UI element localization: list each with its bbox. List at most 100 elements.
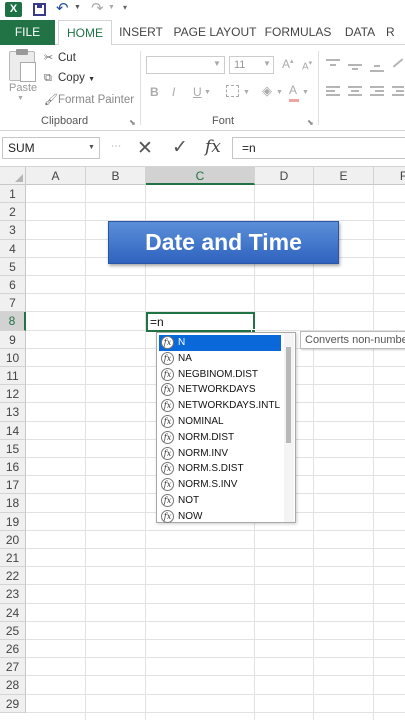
tab-review[interactable]: R: [386, 20, 405, 45]
orientation-icon[interactable]: [392, 58, 404, 68]
row-header-6[interactable]: 6: [0, 276, 26, 295]
underline-icon[interactable]: U: [193, 85, 202, 99]
copy-button[interactable]: ⧉ Copy ▼: [44, 72, 95, 85]
redo-dropdown-icon[interactable]: ▼: [108, 4, 115, 11]
tab-formulas[interactable]: FORMULAS: [262, 20, 334, 45]
align-left-icon[interactable]: [326, 86, 340, 88]
row-header-9[interactable]: 9: [0, 330, 26, 349]
column-header-d[interactable]: D: [255, 167, 314, 185]
clipboard-icon[interactable]: [9, 49, 36, 82]
autocomplete-item[interactable]: fx NOT: [159, 493, 281, 509]
autocomplete-item[interactable]: fx NOMINAL: [159, 414, 281, 430]
enter-check-icon[interactable]: ✓: [172, 136, 188, 159]
vertical-align-buttons[interactable]: [326, 58, 404, 73]
align-top-icon[interactable]: [326, 59, 340, 61]
align-middle-icon[interactable]: [348, 64, 362, 66]
chevron-down-icon[interactable]: ▼: [276, 89, 283, 96]
horizontal-align-buttons[interactable]: [326, 86, 405, 100]
italic-icon[interactable]: I: [172, 85, 175, 99]
column-header-e[interactable]: E: [314, 167, 374, 185]
row-header-10[interactable]: 10: [0, 348, 26, 367]
resize-handle-icon[interactable]: ⋮: [110, 141, 121, 150]
autocomplete-scroll-thumb[interactable]: [286, 347, 291, 443]
autocomplete-item[interactable]: fx NORM.S.INV: [159, 477, 281, 493]
tab-insert[interactable]: INSERT: [114, 20, 168, 45]
chevron-down-icon[interactable]: ▼: [17, 95, 24, 102]
align-bottom-icon[interactable]: [370, 70, 384, 72]
row-header-29[interactable]: 29: [0, 694, 26, 713]
autocomplete-item[interactable]: fx NORM.S.DIST: [159, 461, 281, 477]
indent-icon[interactable]: [392, 86, 404, 88]
tab-home[interactable]: HOME: [58, 20, 112, 46]
row-header-2[interactable]: 2: [0, 203, 26, 222]
grow-font-icon[interactable]: A▴: [282, 57, 294, 71]
row-header-5[interactable]: 5: [0, 257, 26, 276]
row-header-14[interactable]: 14: [0, 421, 26, 440]
row-header-24[interactable]: 24: [0, 603, 26, 622]
row-header-21[interactable]: 21: [0, 549, 26, 568]
autocomplete-item[interactable]: fx NETWORKDAYS: [159, 382, 281, 398]
undo-dropdown-icon[interactable]: ▼: [74, 4, 81, 11]
dialog-launcher-icon[interactable]: ⬊: [129, 118, 136, 127]
autocomplete-item[interactable]: fx NEGBINOM.DIST: [159, 367, 281, 383]
column-header-c[interactable]: C: [146, 167, 255, 185]
row-header-16[interactable]: 16: [0, 458, 26, 477]
row-header-4[interactable]: 4: [0, 239, 26, 258]
dialog-launcher-icon[interactable]: ⬊: [307, 118, 314, 127]
borders-icon[interactable]: [226, 85, 239, 97]
autocomplete-list[interactable]: fx Nfx NA fx NEGBINOM.DIST fx NETWORKDAYS fx NET…: [156, 332, 296, 523]
row-header-27[interactable]: 27: [0, 658, 26, 677]
row-header-17[interactable]: 17: [0, 476, 26, 495]
active-cell-c8[interactable]: =n: [146, 312, 255, 332]
row-header-15[interactable]: 15: [0, 439, 26, 458]
chevron-down-icon[interactable]: ▼: [263, 59, 271, 68]
customize-toolbar-icon[interactable]: ▾: [123, 3, 127, 12]
title-banner[interactable]: Date and Time: [108, 221, 339, 264]
font-color-icon[interactable]: A: [289, 83, 300, 102]
format-painter-button[interactable]: 🖌Format Painter: [44, 93, 134, 106]
redo-icon[interactable]: ↷: [91, 0, 104, 17]
fill-color-icon[interactable]: ◈: [262, 83, 272, 99]
row-header-7[interactable]: 7: [0, 294, 26, 313]
align-center-icon[interactable]: [348, 86, 362, 88]
align-right-icon[interactable]: [370, 86, 384, 88]
column-header-f[interactable]: F: [374, 167, 405, 185]
autocomplete-item[interactable]: fx NORM.INV: [159, 446, 281, 462]
chevron-down-icon[interactable]: ▼: [213, 59, 221, 68]
row-header-22[interactable]: 22: [0, 567, 26, 586]
row-header-28[interactable]: 28: [0, 676, 26, 695]
tab-page-layout[interactable]: PAGE LAYOUT: [170, 20, 260, 45]
undo-icon[interactable]: ↶: [56, 0, 69, 17]
bold-icon[interactable]: B: [150, 85, 159, 99]
tab-data[interactable]: DATA: [336, 20, 384, 45]
row-header-13[interactable]: 13: [0, 403, 26, 422]
row-header-18[interactable]: 18: [0, 494, 26, 513]
autocomplete-item[interactable]: fx NETWORKDAYS.INTL: [159, 398, 281, 414]
tab-file[interactable]: FILE: [0, 20, 55, 45]
chevron-down-icon[interactable]: ▼: [243, 89, 250, 96]
column-header-a[interactable]: A: [26, 167, 86, 185]
row-header-11[interactable]: 11: [0, 367, 26, 386]
chevron-down-icon[interactable]: ▼: [88, 144, 95, 151]
autocomplete-item[interactable]: fx NORM.DIST: [159, 430, 281, 446]
save-icon[interactable]: [33, 3, 46, 16]
shrink-font-icon[interactable]: A▾: [302, 59, 312, 72]
name-box[interactable]: SUM: [2, 137, 100, 159]
autocomplete-item[interactable]: fx N: [159, 335, 281, 351]
cut-button[interactable]: ✂ Cut: [44, 51, 76, 64]
chevron-down-icon[interactable]: ▼: [204, 89, 211, 96]
row-header-25[interactable]: 25: [0, 621, 26, 640]
chevron-down-icon[interactable]: ▼: [302, 89, 309, 96]
row-header-20[interactable]: 20: [0, 530, 26, 549]
row-header-19[interactable]: 19: [0, 512, 26, 531]
worksheet-grid[interactable]: A B C D E F 1 2 3 4 5 6 7 8 9 10 11 12 13 14 15 16 17 18 19 20 21 2…: [0, 167, 405, 720]
autocomplete-item[interactable]: fx NOW: [159, 509, 281, 525]
column-header-b[interactable]: B: [86, 167, 146, 185]
row-header-12[interactable]: 12: [0, 385, 26, 404]
paste-button[interactable]: Paste: [9, 82, 37, 94]
row-header-1[interactable]: 1: [0, 185, 26, 204]
row-header-8[interactable]: 8: [0, 312, 26, 331]
row-header-26[interactable]: 26: [0, 640, 26, 659]
row-header-23[interactable]: 23: [0, 585, 26, 604]
autocomplete-item[interactable]: fx NA: [159, 351, 281, 367]
